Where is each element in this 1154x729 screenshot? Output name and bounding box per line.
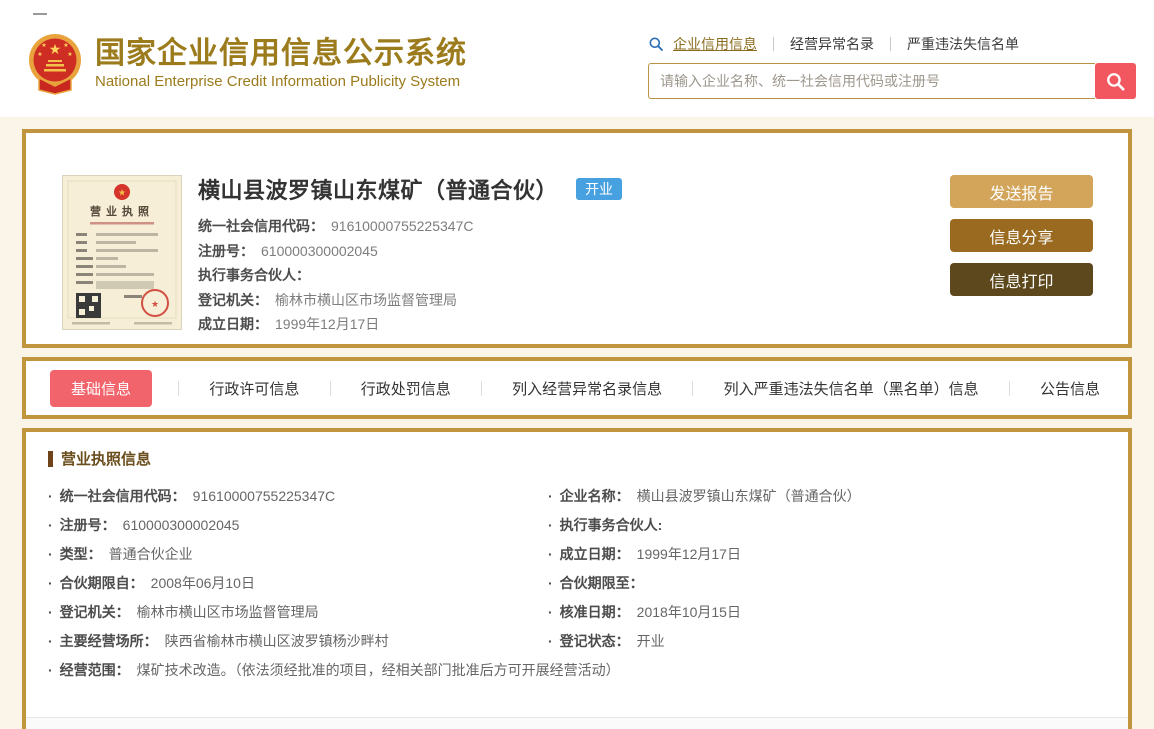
tab-separator: [480, 380, 482, 396]
field-establishment-date: 成立日期：1999年12月17日: [548, 540, 1106, 569]
nav-link-serious-violations[interactable]: 严重违法失信名单: [907, 34, 1019, 54]
tab-administrative-penalty[interactable]: 行政处罚信息: [357, 370, 455, 407]
nav-link-abnormal-operations[interactable]: 经营异常名录: [790, 34, 874, 54]
field-company-name: 企业名称：横山县波罗镇山东煤矿（普通合伙）: [548, 482, 1106, 511]
search-icon: [1107, 72, 1125, 91]
company-info: 横山县波罗镇山东煤矿（普通合伙） 开业 统一社会信用代码： 91610000755…: [198, 173, 623, 337]
site-header: ★ ★ ★ ★ ★ 国家企业信用信息公示系统 National Enterpri…: [0, 0, 1154, 117]
license-thumb-title: 营业执照: [90, 204, 154, 218]
field-registration-number: 注册号：610000300002045: [48, 511, 548, 540]
field-registration-status: 登记状态：开业: [548, 627, 1106, 656]
svg-text:★: ★: [37, 51, 42, 58]
nav-separator: [890, 37, 891, 51]
svg-text:★: ★: [67, 51, 72, 58]
field-establishment-date: 成立日期：1999年12月17日: [198, 316, 380, 332]
site-title: 国家企业信用信息公示系统: [95, 37, 467, 70]
site-subtitle: National Enterprise Credit Information P…: [95, 73, 461, 90]
page-main: ★ 营业执照 ★ 横山县波罗镇山东煤矿（普通合伙） 开业 统一社会信用代码： 9…: [0, 117, 1154, 729]
nav-separator: [773, 37, 774, 51]
tab-announcements[interactable]: 公告信息: [1036, 370, 1104, 407]
field-credit-code: 统一社会信用代码：91610000755225347C: [48, 482, 548, 511]
field-credit-code: 统一社会信用代码：91610000755225347C: [198, 218, 474, 234]
field-registration-number: 注册号：610000300002045: [198, 242, 378, 259]
site-brand: ★ ★ ★ ★ ★ 国家企业信用信息公示系统 National Enterpri…: [28, 32, 467, 95]
field-executive-partner: 执行事务合伙人：: [198, 267, 310, 283]
tab-abnormal-operations-list[interactable]: 列入经营异常名录信息: [508, 370, 666, 407]
tab-separator: [692, 380, 694, 396]
print-info-button[interactable]: 信息打印: [950, 263, 1093, 296]
tab-separator: [1008, 380, 1010, 396]
qr-code: [76, 293, 101, 318]
decorative-dash: [33, 13, 47, 15]
tab-bar: 基础信息 行政许可信息 行政处罚信息 列入经营异常名录信息 列入严重违法失信名单…: [22, 357, 1132, 419]
send-report-button[interactable]: 发送报告: [950, 175, 1093, 208]
svg-text:★: ★: [118, 188, 126, 198]
company-name: 横山县波罗镇山东煤矿（普通合伙）: [198, 178, 559, 203]
nav-link-enterprise-credit[interactable]: 企业信用信息: [673, 34, 757, 54]
svg-text:★: ★: [41, 42, 46, 49]
license-info-panel: 营业执照信息 统一社会信用代码：91610000755225347C 企业名称：…: [22, 428, 1132, 729]
search-button[interactable]: [1095, 63, 1136, 99]
svg-text:★: ★: [49, 41, 62, 57]
tab-basic-info[interactable]: 基础信息: [50, 369, 153, 407]
field-partnership-term-from: 合伙期限自：2008年06月10日: [48, 569, 548, 598]
tab-separator: [329, 380, 331, 396]
tab-serious-violations-blacklist[interactable]: 列入严重违法失信名单（黑名单）信息: [720, 370, 983, 407]
status-badge: 开业: [576, 178, 623, 200]
share-info-button[interactable]: 信息分享: [950, 219, 1093, 252]
field-company-type: 类型：普通合伙企业: [48, 540, 548, 569]
tab-administrative-licensing[interactable]: 行政许可信息: [205, 370, 303, 407]
section-title-bar: [48, 450, 53, 467]
business-license-thumbnail: ★ 营业执照 ★: [62, 175, 182, 330]
section-title: 营业执照信息: [48, 448, 1106, 469]
field-executive-partner: 执行事务合伙人:: [548, 511, 1106, 540]
search-icon: [649, 37, 663, 51]
content-footer-strip: [26, 717, 1128, 729]
field-registration-authority: 登记机关：榆林市横山区市场监督管理局: [48, 598, 548, 627]
search-input[interactable]: [648, 63, 1095, 99]
field-partnership-term-to: 合伙期限至：: [548, 569, 1106, 598]
field-registration-authority: 登记机关：榆林市横山区市场监督管理局: [198, 291, 457, 308]
tab-separator: [178, 380, 180, 396]
svg-text:★: ★: [63, 42, 68, 49]
company-summary-card: ★ 营业执照 ★ 横山县波罗镇山东煤矿（普通合伙） 开业 统一社会信用代码： 9…: [22, 129, 1132, 348]
header-search-area: 企业信用信息 经营异常名录 严重违法失信名单: [648, 34, 1136, 99]
field-main-business-premises: 主要经营场所：陕西省榆林市横山区波罗镇杨沙畔村: [48, 627, 548, 656]
action-buttons: 发送报告 信息分享 信息打印: [950, 175, 1093, 307]
header-nav: 企业信用信息 经营异常名录 严重违法失信名单: [648, 34, 1136, 54]
field-approval-date: 核准日期：2018年10月15日: [548, 598, 1106, 627]
national-emblem-logo: ★ ★ ★ ★ ★: [29, 34, 81, 95]
svg-text:★: ★: [151, 299, 159, 309]
license-info-grid: 统一社会信用代码：91610000755225347C 企业名称：横山县波罗镇山…: [48, 482, 1106, 685]
field-business-scope: 经营范围：煤矿技术改造。（依法须经批准的项目，经相关部门批准后方可开展经营活动）: [48, 656, 1106, 685]
